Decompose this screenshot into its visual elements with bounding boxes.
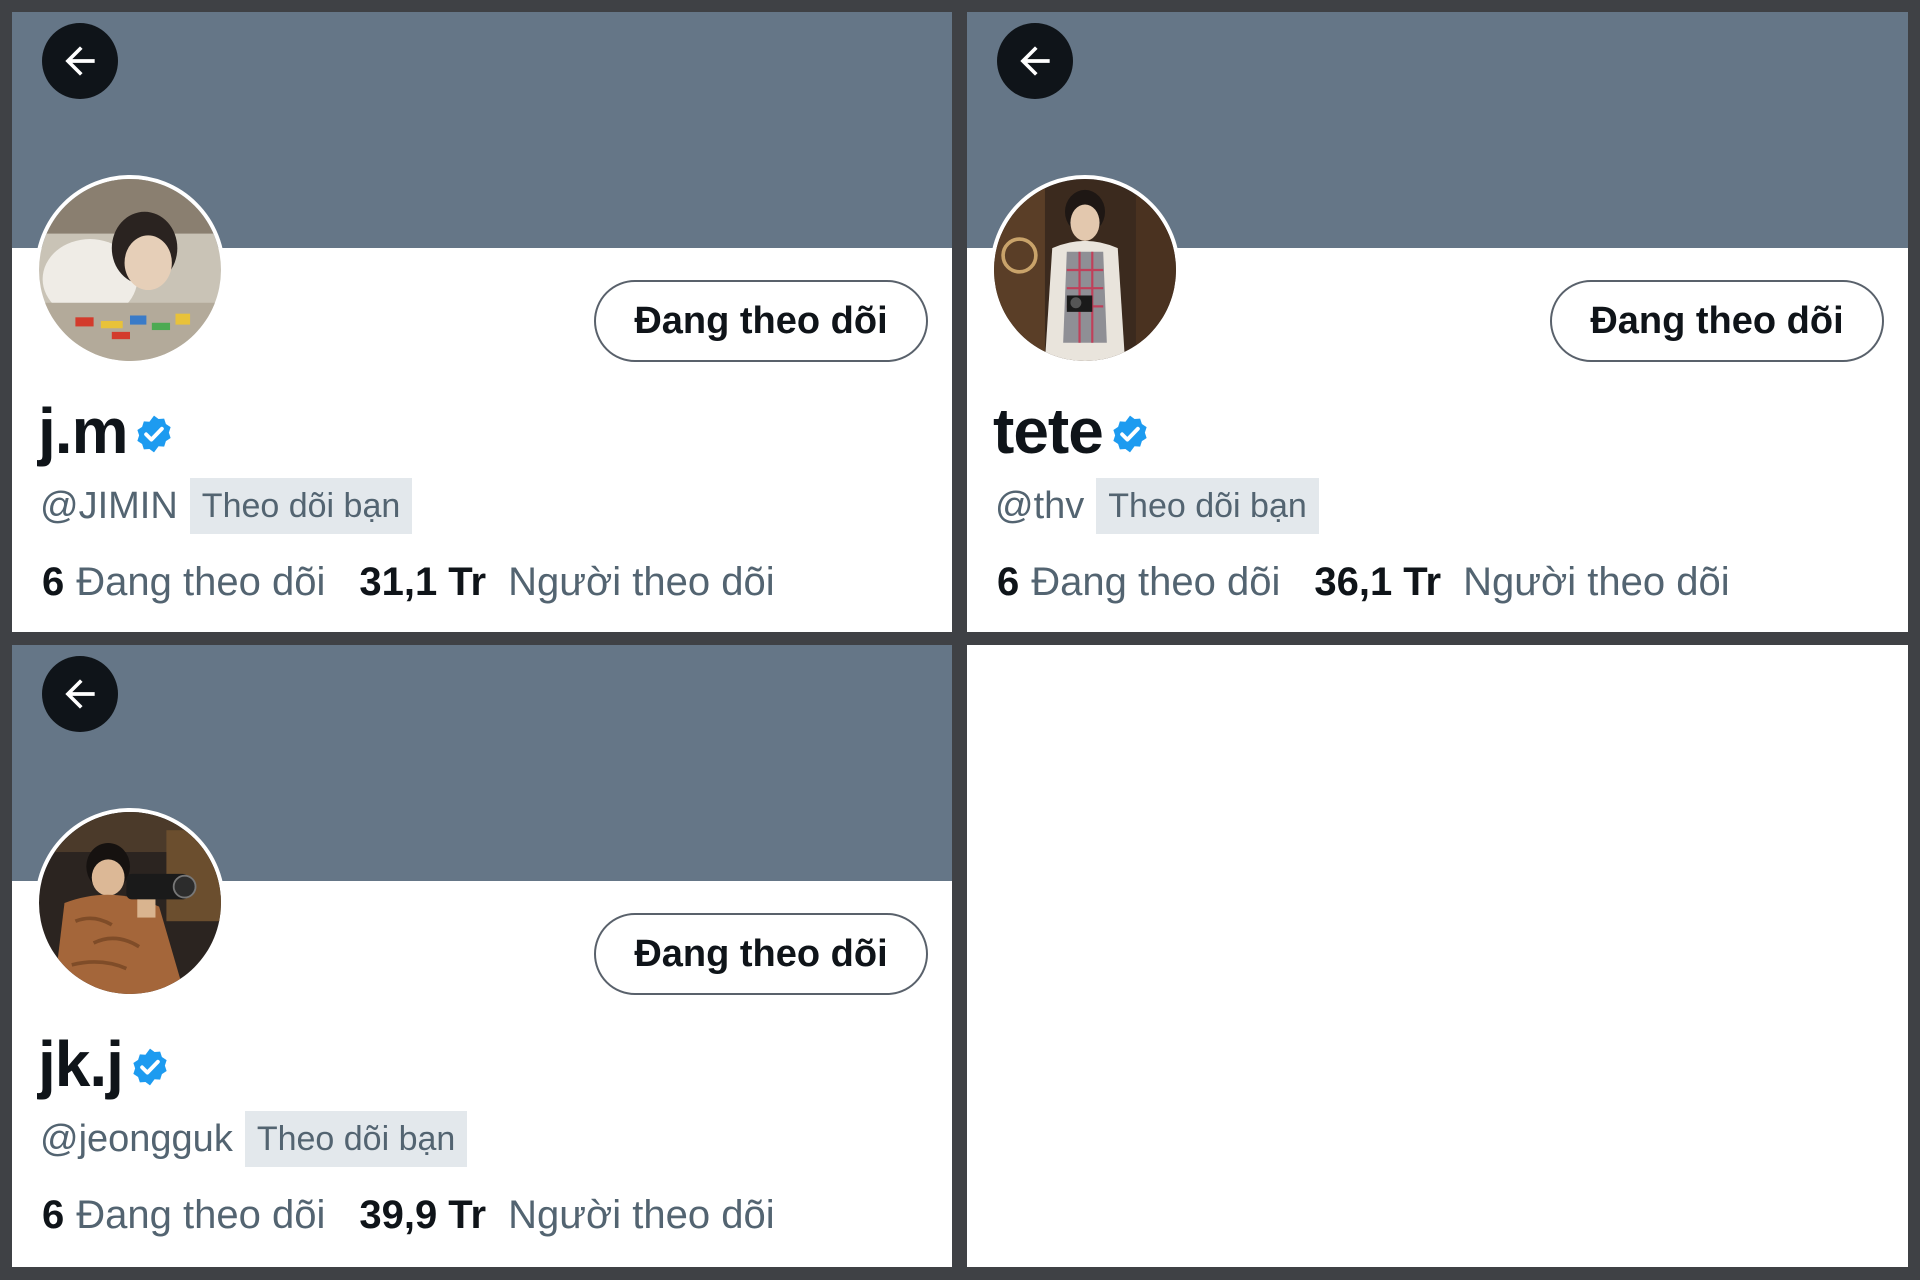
handle: @thv [995,484,1085,527]
following-label: Đang theo dõi [76,1193,326,1237]
name-row: jk.j [38,1032,171,1096]
following-button[interactable]: Đang theo dõi [594,913,928,995]
empty-panel [967,645,1908,1267]
followers-count: 36,1 Tr [1314,560,1442,604]
arrow-left-icon [65,679,95,709]
following-stat[interactable]: 6 Đang theo dõi [42,560,325,605]
profile-card-jimin: Đang theo dõi j.m @JIMIN Theo dõi bạn 6 … [12,12,952,632]
following-count: 6 [42,560,65,604]
following-label: Đang theo dõi [76,560,326,604]
arrow-left-icon [1020,46,1050,76]
following-button[interactable]: Đang theo dõi [1550,280,1884,362]
following-button[interactable]: Đang theo dõi [594,280,928,362]
following-count: 6 [997,560,1020,604]
following-count: 6 [42,1193,65,1237]
followers-label: Người theo dõi [508,1193,775,1237]
profile-card-thv: Đang theo dõi tete @thv Theo dõi bạn 6 Đ… [967,12,1908,632]
handle-row: @thv Theo dõi bạn [995,478,1319,534]
handle: @jeongguk [40,1117,233,1160]
verified-badge-icon [1113,415,1147,453]
followers-stat[interactable]: 39,9 Tr Người theo dõi [359,1193,774,1238]
follows-you-badge: Theo dõi bạn [244,1111,468,1167]
profile-card-jeongguk: Đang theo dõi jk.j @jeongguk Theo dõi bạ… [12,645,952,1267]
display-name: jk.j [38,1028,124,1100]
back-button[interactable] [42,656,118,732]
following-stat[interactable]: 6 Đang theo dõi [42,1193,325,1238]
followers-stat[interactable]: 31,1 Tr Người theo dõi [359,560,774,605]
verified-badge-icon [133,1048,167,1086]
follows-you-badge: Theo dõi bạn [189,478,413,534]
followers-count: 39,9 Tr [359,1193,487,1237]
display-name: tete [993,395,1104,467]
stats-row: 6 Đang theo dõi 39,9 Tr Người theo dõi [42,1193,775,1238]
follows-you-badge: Theo dõi bạn [1096,478,1319,534]
avatar[interactable] [35,175,225,365]
handle: @JIMIN [40,484,178,527]
followers-count: 31,1 Tr [359,560,487,604]
stats-row: 6 Đang theo dõi 31,1 Tr Người theo dõi [42,560,775,605]
following-label: Đang theo dõi [1031,560,1281,604]
collage-grid: Đang theo dõi j.m @JIMIN Theo dõi bạn 6 … [0,0,1920,1280]
handle-row: @JIMIN Theo dõi bạn [40,478,413,534]
arrow-left-icon [65,46,95,76]
followers-label: Người theo dõi [1463,560,1730,604]
name-row: j.m [38,399,175,463]
verified-badge-icon [137,415,172,453]
back-button[interactable] [997,23,1073,99]
followers-stat[interactable]: 36,1 Tr Người theo dõi [1314,560,1729,605]
display-name: j.m [38,395,128,467]
following-stat[interactable]: 6 Đang theo dõi [997,560,1280,605]
name-row: tete [993,399,1151,463]
handle-row: @jeongguk Theo dõi bạn [40,1111,468,1167]
avatar[interactable] [990,175,1180,365]
stats-row: 6 Đang theo dõi 36,1 Tr Người theo dõi [997,560,1730,605]
avatar[interactable] [35,808,225,998]
followers-label: Người theo dõi [508,560,775,604]
back-button[interactable] [42,23,118,99]
